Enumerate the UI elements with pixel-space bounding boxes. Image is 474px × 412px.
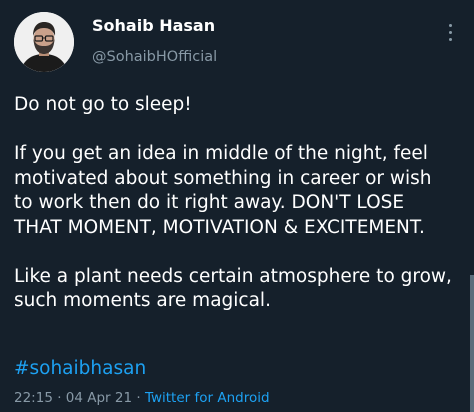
tweet-header: Sohaib Hasan @SohaibHOfficial (14, 12, 464, 74)
meta-separator: · (132, 390, 145, 406)
tweet-line: Like a plant needs certain atmosphere to… (14, 265, 452, 287)
scrollbar[interactable] (470, 275, 474, 412)
author-names: Sohaib Hasan @SohaibHOfficial (92, 16, 217, 66)
meta-separator: · (52, 390, 66, 406)
tweet-line: such moments are magical. (14, 290, 271, 311)
tweet-line: motivated about something in career or w… (14, 167, 432, 189)
avatar-image (14, 12, 74, 72)
author-display-name[interactable]: Sohaib Hasan (92, 16, 217, 36)
tweet-detail: Sohaib Hasan @SohaibHOfficial Do not go … (0, 0, 474, 412)
tweet-line: THAT MOMENT, MOTIVATION & EXCITEMENT. (14, 216, 425, 238)
tweet-text: Do not go to sleep! If you get an idea i… (14, 93, 466, 314)
avatar[interactable] (14, 12, 74, 72)
more-vertical-icon[interactable] (448, 24, 454, 44)
tweet-time: 22:15 (14, 390, 53, 406)
tweet-line: Do not go to sleep! (14, 94, 192, 115)
tweet-meta: 22:15 · 04 Apr 21 · Twitter for Android (14, 389, 270, 407)
tweet-source-link[interactable]: Twitter for Android (145, 390, 270, 406)
author-handle[interactable]: @SohaibHOfficial (92, 48, 217, 66)
tweet-line: to work then do it right away. DON'T LOS… (14, 192, 405, 213)
tweet-date: 04 Apr 21 (65, 390, 133, 406)
hashtag-link[interactable]: #sohaibhasan (14, 357, 146, 381)
tweet-line: If you get an idea in middle of the nigh… (14, 143, 428, 164)
